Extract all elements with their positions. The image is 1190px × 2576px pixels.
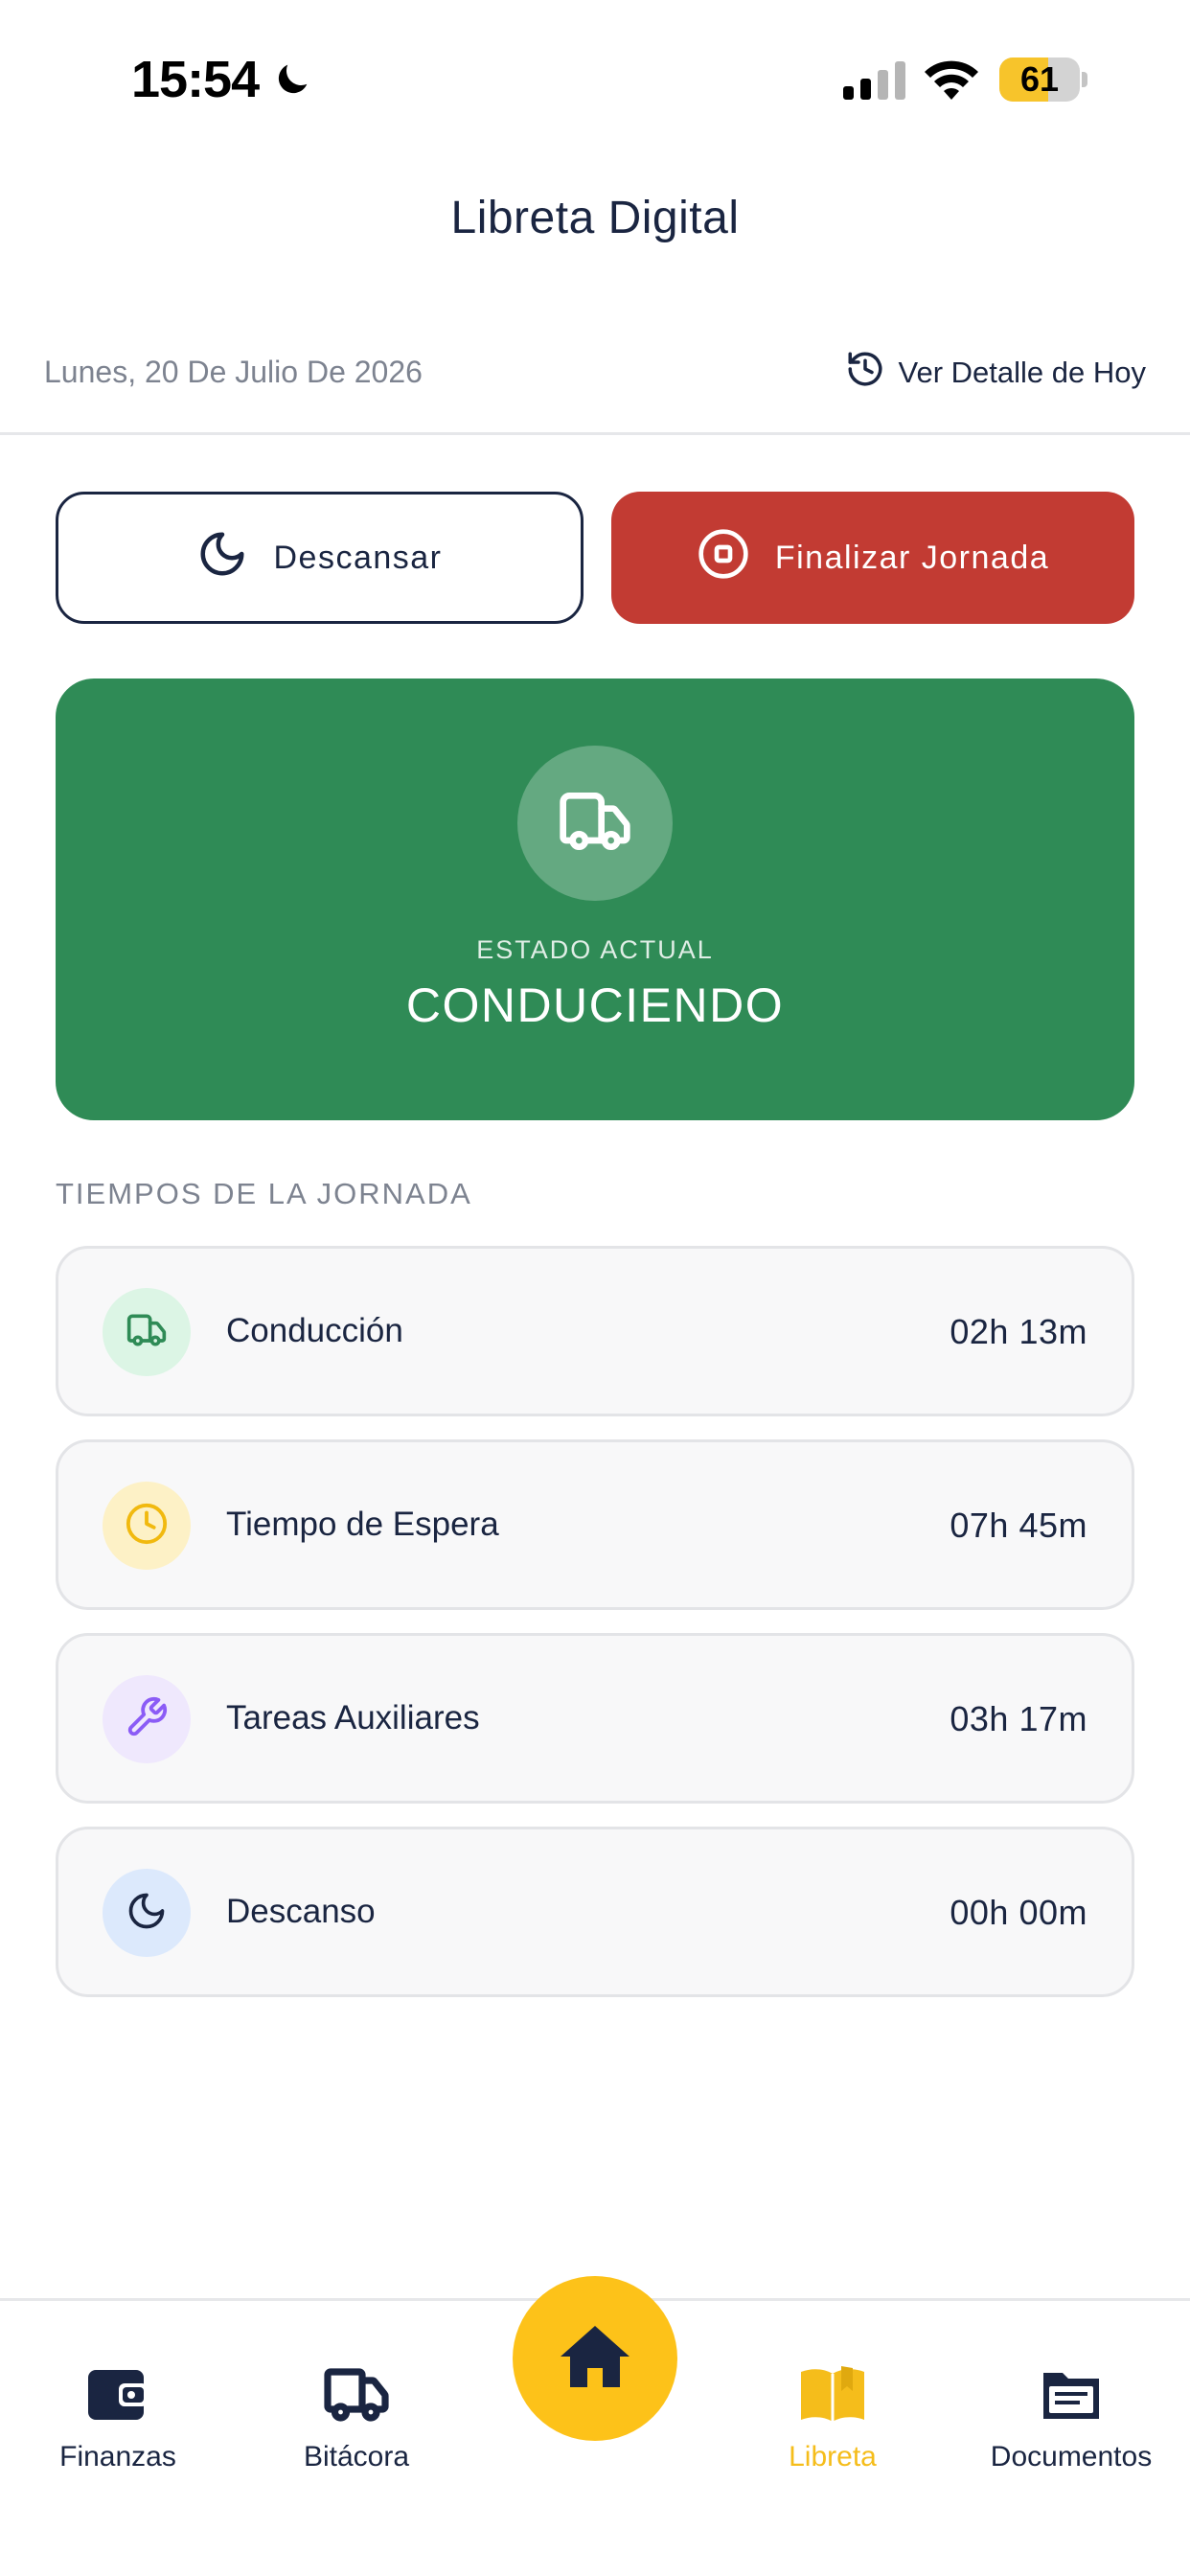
nav-item-libreta[interactable]: Libreta	[718, 2358, 948, 2473]
time-value: 02h 13m	[950, 1312, 1087, 1351]
current-date: Lunes, 20 De Julio De 2026	[44, 355, 423, 389]
do-not-disturb-icon	[270, 58, 314, 106]
nav-item-bitacora[interactable]: Bitácora	[241, 2358, 471, 2473]
cellular-signal-icon	[843, 61, 906, 104]
rest-button[interactable]: Descansar	[56, 492, 584, 624]
book-icon	[718, 2358, 948, 2431]
end-shift-button-label: Finalizar Jornada	[774, 539, 1050, 576]
view-today-detail-link[interactable]: Ver Detalle de Hoy	[845, 349, 1146, 397]
nav-label: Documentos	[990, 2441, 1153, 2472]
icon-badge	[103, 1675, 191, 1763]
truck-icon	[557, 783, 633, 864]
truck-icon	[126, 1309, 168, 1356]
bottom-navigation: Finanzas Bitácora Libreta Documentos	[0, 2276, 1190, 2576]
nav-item-finanzas[interactable]: Finanzas	[3, 2358, 233, 2473]
time-label: Tareas Auxiliares	[226, 1699, 480, 1736]
clock-icon	[125, 1502, 169, 1551]
nav-label: Libreta	[789, 2441, 877, 2472]
time-card-driving: Conducción 02h 13m	[56, 1246, 1134, 1416]
time-value: 03h 17m	[950, 1699, 1087, 1738]
home-icon	[557, 2322, 633, 2396]
truck-icon	[241, 2358, 471, 2431]
time-card-rest: Descanso 00h 00m	[56, 1827, 1134, 1997]
rest-button-label: Descansar	[273, 539, 443, 576]
icon-badge	[103, 1288, 191, 1376]
wrench-icon	[125, 1695, 169, 1744]
page-title: Libreta Digital	[450, 193, 740, 243]
status-bar: 15:54 61	[0, 0, 1190, 153]
status-value: CONDUCIENDO	[405, 978, 785, 1032]
stop-circle-icon	[697, 527, 750, 589]
battery-level: 61	[1019, 59, 1060, 99]
document-icon	[956, 2358, 1186, 2431]
current-status-card: ESTADO ACTUAL CONDUCIENDO	[56, 678, 1134, 1120]
time-card-waiting: Tiempo de Espera 07h 45m	[56, 1439, 1134, 1610]
time-label: Descanso	[226, 1893, 376, 1930]
time-value: 07h 45m	[950, 1506, 1087, 1545]
section-title: TIEMPOS DE LA JORNADA	[56, 1177, 472, 1210]
status-icon-circle	[517, 746, 673, 901]
nav-label: Bitácora	[303, 2441, 410, 2472]
battery-indicator: 61	[999, 58, 1087, 102]
home-button[interactable]	[513, 2276, 677, 2441]
icon-badge	[103, 1869, 191, 1957]
time-value: 00h 00m	[950, 1893, 1087, 1932]
end-shift-button[interactable]: Finalizar Jornada	[611, 492, 1134, 624]
moon-icon	[126, 1890, 168, 1937]
nav-label: Finanzas	[59, 2441, 176, 2472]
wallet-icon	[3, 2358, 233, 2431]
history-icon	[845, 349, 885, 397]
time-card-auxiliary: Tareas Auxiliares 03h 17m	[56, 1633, 1134, 1804]
status-time: 15:54	[131, 51, 260, 108]
status-label: ESTADO ACTUAL	[476, 935, 714, 964]
icon-badge	[103, 1482, 191, 1570]
date-row: Lunes, 20 De Julio De 2026 Ver Detalle d…	[0, 345, 1190, 435]
wifi-icon	[923, 58, 980, 104]
moon-icon	[196, 528, 248, 588]
view-today-detail-label: Ver Detalle de Hoy	[898, 356, 1146, 389]
time-label: Tiempo de Espera	[226, 1506, 499, 1543]
time-label: Conducción	[226, 1312, 403, 1349]
nav-item-documentos[interactable]: Documentos	[956, 2358, 1186, 2473]
